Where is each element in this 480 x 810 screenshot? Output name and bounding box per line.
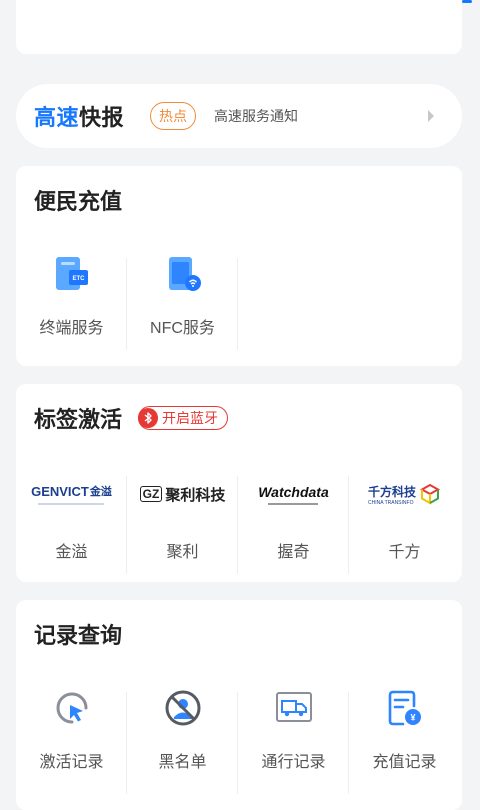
recharge-bill-icon: ¥ [383,684,427,732]
recharge-header: 便民充值 [16,166,462,234]
bluetooth-button[interactable]: 开启蓝牙 [138,406,229,430]
nfc-service-label: NFC服务 [150,320,215,337]
records-grid: 激活记录 黑名单 通行记录 ¥ 充值记录 [16,684,462,802]
genvict-logo-text: GENVICT [31,484,89,499]
news-brand-blue: 高速 [34,105,80,130]
bluetooth-label: 开启蓝牙 [162,410,219,426]
nfc-service-item[interactable]: NFC服务 [127,250,238,358]
transinfo-logo: 千方科技 CHINA TRANSINFO [368,476,441,512]
juli-logo-prefix: GZ [139,486,163,502]
passage-records-item[interactable]: 通行记录 [238,684,349,802]
activation-records-label: 激活记录 [39,754,104,771]
recharge-section: 便民充值 ETC 终端服务 NFC服务 [16,166,462,366]
watchdata-logo: Watchdata [258,476,329,512]
activation-records-item[interactable]: 激活记录 [16,684,127,802]
brand-watchdata-item[interactable]: Watchdata 握奇 [238,468,349,582]
blacklist-item[interactable]: 黑名单 [127,684,238,802]
activate-grid: GENVICT 金溢 金溢 GZ 聚利科技 聚利 Watchdata 握奇 千方… [16,468,462,582]
news-bar[interactable]: 高速快报 热点 高速服务通知 [16,84,462,148]
genvict-logo: GENVICT 金溢 [31,476,112,512]
brand-genvict-label: 金溢 [55,544,88,561]
records-header: 记录查询 [16,600,462,668]
recharge-grid: ETC 终端服务 NFC服务 [16,250,462,358]
watchdata-logo-text: Watchdata [258,483,329,500]
genvict-logo-cn: 金溢 [89,486,112,498]
nfc-phone-icon [162,250,204,298]
terminal-service-label: 终端服务 [39,320,104,337]
bluetooth-icon [138,408,159,428]
records-title: 记录查询 [34,623,123,648]
svg-text:ETC: ETC [72,276,85,282]
brand-genvict-item[interactable]: GENVICT 金溢 金溢 [16,468,127,582]
juli-logo-text: 聚利科技 [165,486,226,504]
truck-icon [272,684,316,732]
top-edge-accent [462,0,472,3]
terminal-service-item[interactable]: ETC 终端服务 [16,250,127,358]
activate-section: 标签激活 开启蓝牙 GENVICT 金溢 金溢 GZ 聚利科技 聚利 Watch… [16,384,462,582]
brand-juli-label: 聚利 [166,544,199,561]
records-section: 记录查询 激活记录 黑名单 通行记录 ¥ 充值记录 [16,600,462,810]
svg-text:¥: ¥ [410,713,415,723]
activate-title: 标签激活 [34,407,123,432]
hot-tag: 热点 [150,102,197,130]
juli-logo: GZ 聚利科技 [139,476,226,512]
cursor-click-icon [50,684,94,732]
brand-transinfo-item[interactable]: 千方科技 CHINA TRANSINFO 千方 [349,468,460,582]
recharge-title: 便民充值 [34,189,123,214]
chevron-right-icon[interactable] [428,110,434,122]
transinfo-cube-icon [419,483,441,505]
top-card [16,0,462,54]
brand-juli-item[interactable]: GZ 聚利科技 聚利 [127,468,238,582]
brand-transinfo-label: 千方 [388,544,421,561]
news-brand-dark: 快报 [79,105,125,130]
brand-watchdata-label: 握奇 [277,544,310,561]
transinfo-logo-text: 千方科技 [367,484,416,499]
activate-header: 标签激活 开启蓝牙 [16,384,462,452]
recharge-records-label: 充值记录 [372,754,437,771]
etc-card-icon: ETC [51,250,93,298]
news-brand: 高速快报 [34,100,124,132]
recharge-records-item[interactable]: ¥ 充值记录 [349,684,460,802]
passage-records-label: 通行记录 [261,754,326,771]
blocked-user-icon [161,684,205,732]
news-headline[interactable]: 高速服务通知 [214,106,428,126]
transinfo-logo-sub: CHINA TRANSINFO [367,499,414,506]
blacklist-label: 黑名单 [158,754,207,771]
